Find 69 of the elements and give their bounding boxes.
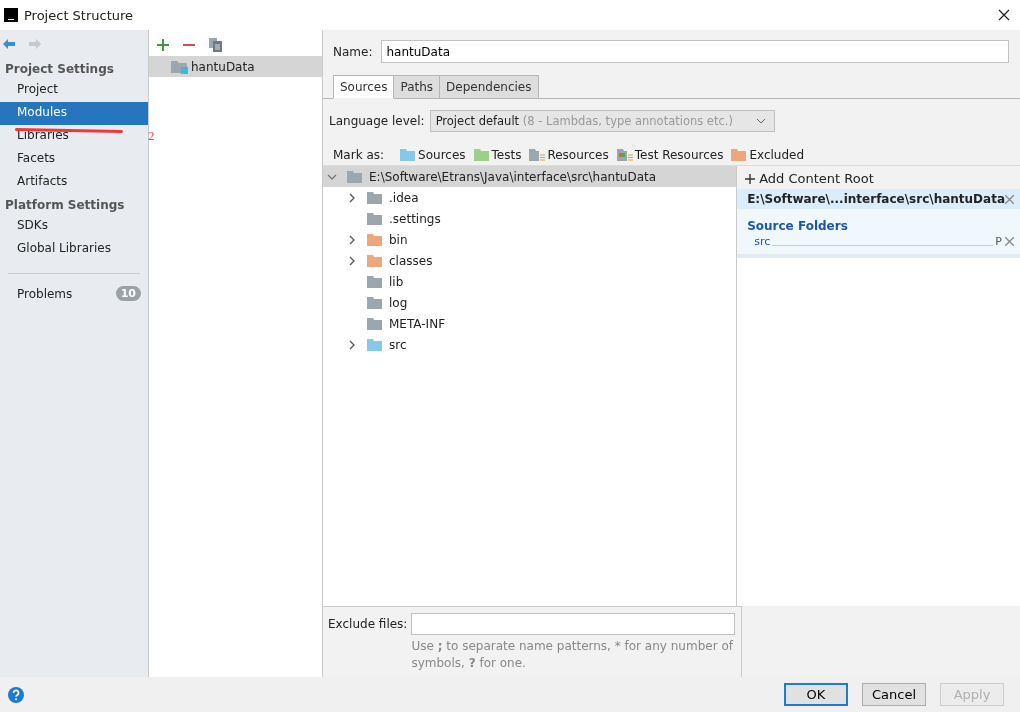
source-folder: src bbox=[754, 235, 771, 248]
copy-icon[interactable] bbox=[209, 37, 223, 52]
sidebar-item[interactable]: SDKs bbox=[0, 215, 148, 238]
tree-item[interactable]: classes bbox=[323, 250, 737, 271]
tree-item[interactable]: .idea bbox=[323, 187, 737, 208]
name-label: Name: bbox=[333, 44, 373, 59]
folder-icon bbox=[367, 296, 383, 309]
problems-label[interactable]: Problems bbox=[17, 286, 73, 301]
name-field[interactable]: hantuData bbox=[381, 40, 1009, 63]
tree-item[interactable]: src bbox=[323, 334, 737, 355]
hint-text: Use ; to separate name patterns, * for any number of symbols, ? for one. bbox=[411, 638, 735, 672]
count-badge: 10 bbox=[115, 286, 141, 301]
tab[interactable]: Dependencies bbox=[439, 75, 539, 99]
mark-as-button[interactable]: Test Resources bbox=[616, 148, 724, 162]
add-icon[interactable] bbox=[157, 38, 169, 51]
sidebar-item[interactable]: Artifacts bbox=[0, 171, 148, 194]
sidebar-item[interactable]: Libraries bbox=[0, 125, 148, 148]
exclude-files-field[interactable] bbox=[411, 613, 735, 635]
folder-icon bbox=[616, 149, 633, 161]
section-heading: Source Folders bbox=[746, 218, 849, 235]
module-item[interactable]: hantuData bbox=[149, 56, 322, 77]
folder-icon bbox=[367, 212, 383, 225]
app-logo-icon bbox=[4, 8, 18, 22]
folder-icon bbox=[731, 149, 748, 161]
tab[interactable]: Sources bbox=[333, 75, 395, 99]
plus-icon bbox=[745, 173, 756, 184]
back-arrow-icon[interactable] bbox=[2, 38, 16, 50]
folder-icon bbox=[529, 149, 546, 161]
sidebar-item[interactable]: Modules bbox=[0, 102, 148, 125]
tree-item[interactable]: E:\Software\Etrans\Java\interface\src\hantuData bbox=[323, 166, 737, 187]
sidebar-item[interactable]: Project bbox=[0, 79, 148, 102]
folder-icon bbox=[367, 191, 383, 204]
folder-icon bbox=[367, 254, 383, 267]
section-heading: Platform Settings bbox=[4, 197, 126, 214]
folder-icon bbox=[473, 149, 490, 161]
package-prefix-button[interactable]: P bbox=[995, 235, 1002, 248]
window-title: Project Structure bbox=[24, 7, 135, 23]
tree-item[interactable]: .settings bbox=[323, 208, 737, 229]
tree-item[interactable]: lib bbox=[323, 271, 737, 292]
language-level-dropdown[interactable]: Project default (8 - Lambdas, type annotations etc.) bbox=[429, 110, 775, 132]
mark-as-button[interactable]: Resources bbox=[529, 148, 609, 162]
tab[interactable]: Paths bbox=[393, 75, 441, 99]
folder-icon bbox=[400, 149, 417, 161]
module-folder-icon bbox=[171, 59, 189, 74]
sidebar-item[interactable]: Facets bbox=[0, 148, 148, 171]
annotation-number: 2 bbox=[148, 128, 155, 144]
folder-icon bbox=[347, 170, 363, 183]
folder-icon bbox=[367, 338, 383, 351]
dropdown-caret-icon bbox=[755, 118, 766, 124]
mark-as-button[interactable]: Excluded bbox=[731, 148, 805, 162]
exclude-files-label: Exclude files: bbox=[328, 616, 408, 633]
tree-item[interactable]: META-INF bbox=[323, 313, 737, 334]
add-content-root-button[interactable]: Add Content Root bbox=[737, 166, 1020, 189]
sidebar-item[interactable]: Global Libraries bbox=[0, 238, 148, 261]
help-icon[interactable] bbox=[8, 686, 24, 703]
mark-as-button[interactable]: Tests bbox=[473, 148, 522, 162]
tree-item[interactable]: log bbox=[323, 292, 737, 313]
content-root-path: E:\Software\...interface\src\hantuData bbox=[747, 192, 1005, 206]
section-heading: Project Settings bbox=[4, 61, 115, 78]
mark-as-button[interactable]: Sources bbox=[400, 148, 466, 162]
dialog-button[interactable]: OK bbox=[784, 683, 848, 706]
mark-as-label: Mark as: bbox=[333, 148, 385, 162]
folder-icon bbox=[367, 317, 383, 330]
folder-icon bbox=[367, 275, 383, 288]
tree-item[interactable]: bin bbox=[323, 229, 737, 250]
folder-icon bbox=[367, 233, 383, 246]
language-level-label: Language level: bbox=[329, 114, 425, 128]
dialog-button[interactable]: Cancel bbox=[862, 683, 926, 706]
close-icon[interactable] bbox=[998, 9, 1010, 21]
